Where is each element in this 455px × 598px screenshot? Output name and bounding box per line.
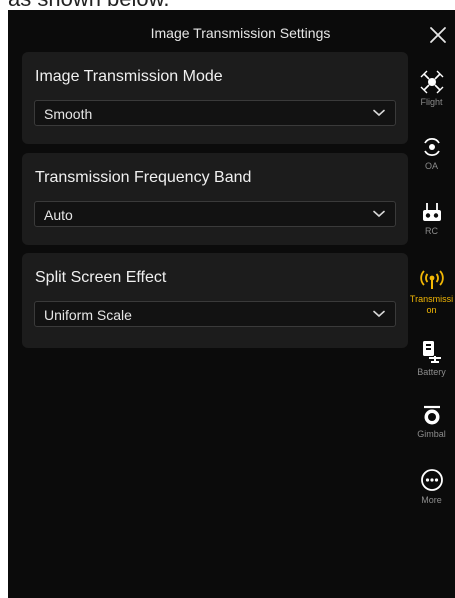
chevron-down-icon — [373, 210, 385, 218]
sidebar-item-battery[interactable]: Battery — [408, 340, 455, 378]
sidebar-item-label: Flight — [420, 97, 443, 107]
sidebar-item-rc[interactable]: RC — [408, 201, 455, 237]
frequency-band-value: Auto — [44, 207, 73, 223]
background-text-fragment: as shown below. — [0, 0, 455, 10]
frequency-band-label: Transmission Frequency Band — [35, 169, 252, 186]
split-screen-card: Split Screen Effect Uniform Scale — [22, 253, 408, 348]
split-screen-label: Split Screen Effect — [35, 269, 167, 286]
more-icon — [420, 469, 443, 491]
image-transmission-mode-value: Smooth — [44, 106, 93, 122]
sidebar-item-label: Battery — [417, 367, 446, 377]
sidebar-item-label: Transmission — [409, 294, 454, 315]
image-transmission-mode-label: Image Transmission Mode — [35, 68, 223, 85]
panel-title: Image Transmission Settings — [150, 25, 331, 41]
split-screen-select[interactable]: Uniform Scale — [34, 301, 396, 327]
frequency-band-card: Transmission Frequency Band Auto — [22, 153, 408, 245]
sidebar-item-label: More — [421, 495, 442, 505]
background-text: as shown below. — [8, 0, 169, 10]
image-transmission-mode-select[interactable]: Smooth — [34, 100, 396, 126]
transmission-icon — [419, 270, 444, 289]
sidebar-item-gimbal[interactable]: Gimbal — [408, 404, 455, 440]
drone-icon — [420, 70, 443, 94]
split-screen-value: Uniform Scale — [44, 307, 132, 323]
sidebar-item-transmission[interactable]: Transmission — [408, 269, 455, 316]
sidebar-item-oa[interactable]: OA — [408, 136, 455, 172]
close-icon — [430, 27, 446, 43]
sidebar-item-more[interactable]: More — [408, 468, 455, 506]
sidebar-item-label: Gimbal — [417, 429, 446, 439]
remote-controller-icon — [422, 203, 441, 221]
chevron-down-icon — [373, 310, 385, 318]
image-transmission-mode-card: Image Transmission Mode Smooth — [22, 52, 408, 144]
close-button[interactable] — [423, 20, 453, 50]
gimbal-icon — [423, 405, 440, 425]
frequency-band-select[interactable]: Auto — [34, 201, 396, 227]
battery-icon — [422, 341, 441, 363]
obstacle-avoidance-icon — [423, 137, 440, 157]
sidebar-item-flight[interactable]: Flight — [408, 70, 455, 108]
sidebar-item-label: RC — [425, 226, 438, 236]
settings-panel: Image Transmission Settings Image Transm… — [8, 10, 455, 598]
sidebar-item-label: OA — [424, 161, 438, 171]
chevron-down-icon — [373, 109, 385, 117]
